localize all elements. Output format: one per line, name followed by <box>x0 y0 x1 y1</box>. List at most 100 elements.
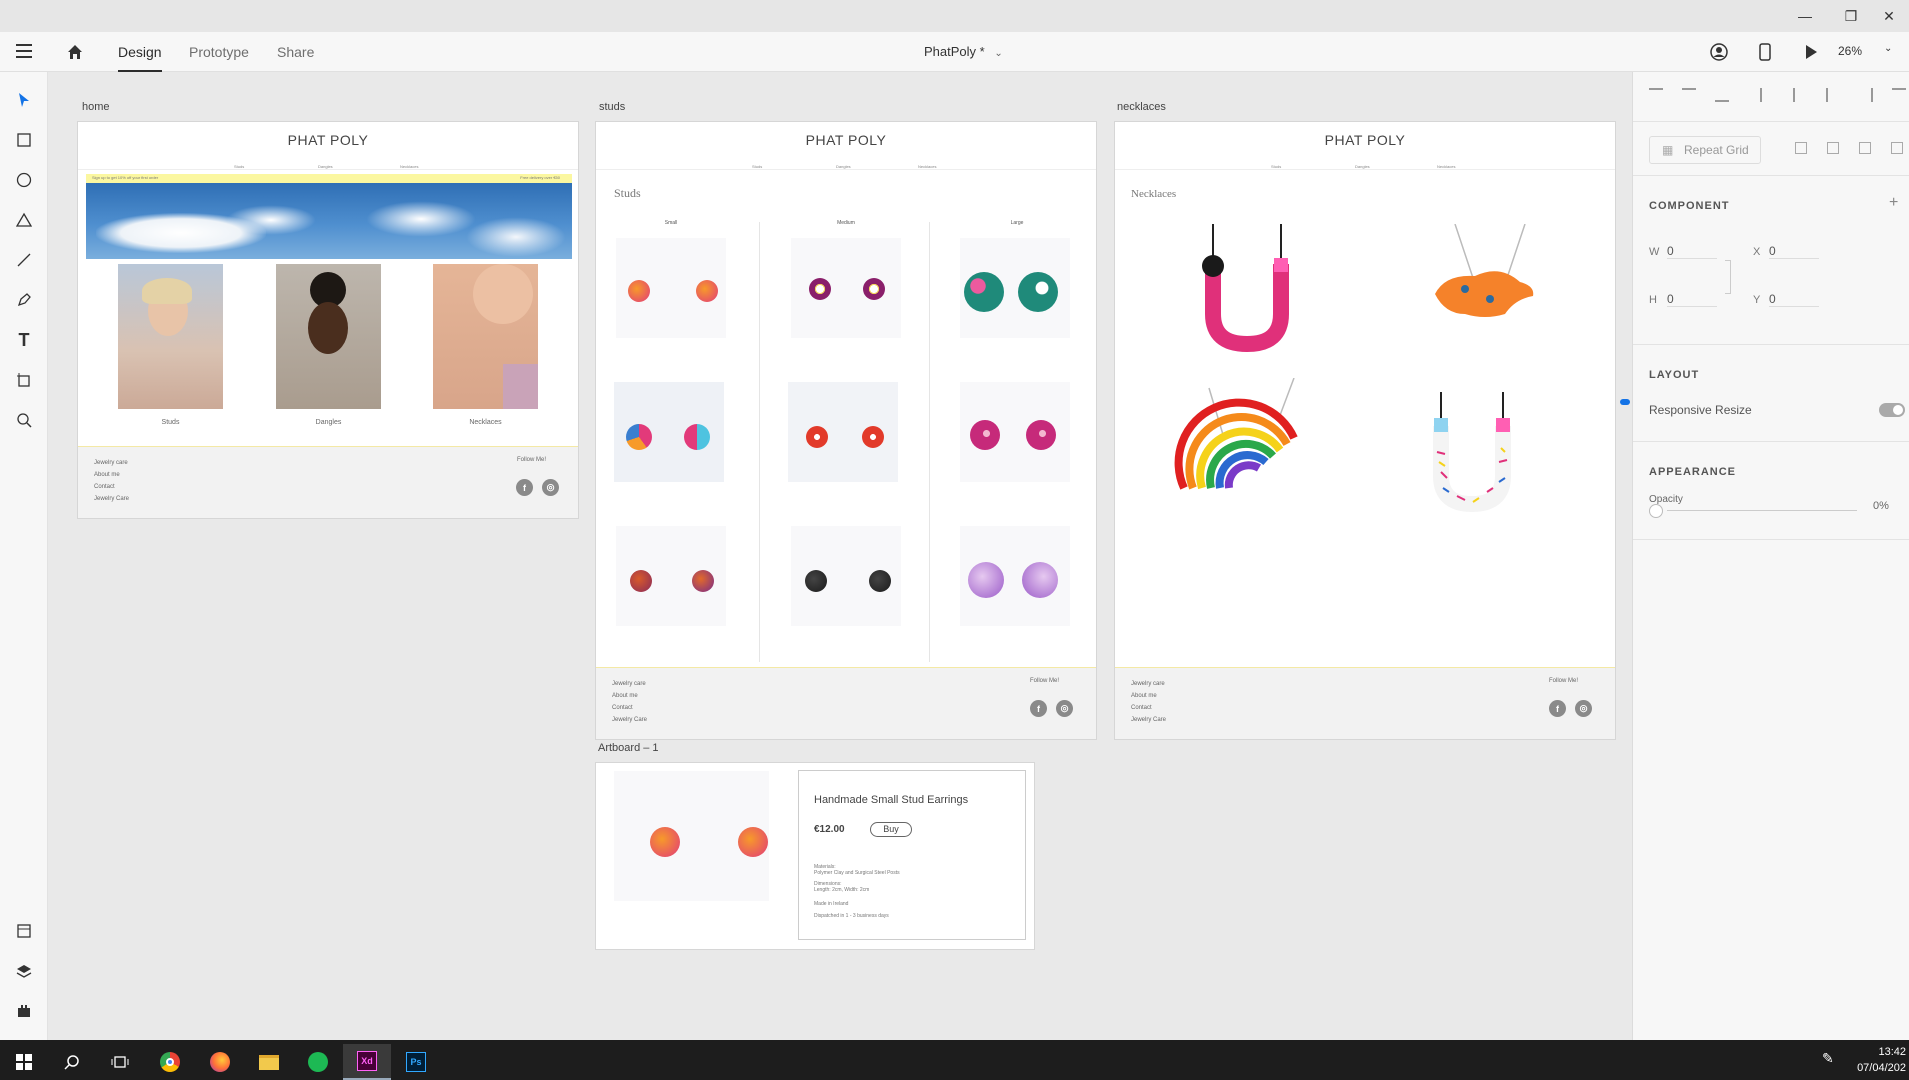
user-account-icon[interactable] <box>1710 43 1728 61</box>
artboard-necklaces[interactable]: PHAT POLY Studs Dangles Necklaces Neckla… <box>1114 121 1616 740</box>
line-tool-icon[interactable] <box>12 248 36 272</box>
caption-dangles[interactable]: Dangles <box>276 419 381 426</box>
artboard-studs[interactable]: PHAT POLY Studs Dangles Necklaces Studs … <box>595 121 1097 740</box>
artboard-home[interactable]: PHAT POLY Studs Dangles Necklaces Sign u… <box>77 121 579 519</box>
system-clock[interactable]: 13:42 07/04/202 <box>1850 1044 1906 1076</box>
artboard-label-necklaces[interactable]: necklaces <box>1117 101 1166 113</box>
footer-link[interactable]: Jewelry care <box>1131 678 1166 690</box>
align-right-icon[interactable] <box>1859 88 1873 102</box>
align-bottom-icon[interactable] <box>1715 88 1729 102</box>
responsive-resize-toggle[interactable] <box>1879 403 1905 417</box>
exclude-overlap-icon[interactable] <box>1891 142 1903 154</box>
artboard-tool-icon[interactable] <box>12 368 36 392</box>
product-cell[interactable] <box>616 526 726 626</box>
opacity-slider-thumb[interactable] <box>1649 504 1663 518</box>
distribute-horizontal-icon[interactable] <box>1892 88 1906 102</box>
document-title[interactable]: PhatPoly * ⌄ <box>924 32 1003 72</box>
x-input[interactable]: 0 <box>1769 244 1819 259</box>
footer-link[interactable]: Contact <box>612 702 647 714</box>
footer-link[interactable]: Contact <box>1131 702 1166 714</box>
footer-link[interactable]: About me <box>1131 690 1166 702</box>
close-window-button[interactable]: ✕ <box>1866 0 1909 32</box>
subtract-icon[interactable] <box>1827 142 1839 154</box>
task-view-icon[interactable] <box>96 1044 144 1080</box>
white-confetti-u-necklace[interactable] <box>1407 392 1537 522</box>
artboard-label-artboard-1[interactable]: Artboard – 1 <box>598 742 659 754</box>
start-menu-icon[interactable] <box>0 1044 48 1080</box>
product-cell[interactable] <box>614 382 724 482</box>
photoshop-icon[interactable]: Ps <box>392 1044 440 1080</box>
opacity-value[interactable]: 0% <box>1873 500 1889 512</box>
select-tool-icon[interactable] <box>12 88 36 112</box>
product-cell[interactable] <box>960 382 1070 482</box>
footer-link[interactable]: About me <box>94 469 129 481</box>
nav-link[interactable]: Dangles <box>318 164 333 169</box>
nav-link[interactable]: Necklaces <box>400 164 418 169</box>
facebook-icon[interactable]: f <box>1549 700 1566 717</box>
minimize-button[interactable]: — <box>1782 0 1828 32</box>
adobe-xd-icon[interactable]: Xd <box>343 1044 391 1080</box>
product-cell[interactable] <box>791 238 901 338</box>
firefox-icon[interactable] <box>196 1044 244 1080</box>
nav-link[interactable]: Necklaces <box>918 164 936 169</box>
product-cell[interactable] <box>788 382 898 482</box>
nav-link[interactable]: Dangles <box>1355 164 1370 169</box>
design-canvas[interactable]: home PHAT POLY Studs Dangles Necklaces S… <box>48 72 1632 1040</box>
zoom-level[interactable]: 26% <box>1838 44 1862 58</box>
spotify-icon[interactable] <box>294 1044 342 1080</box>
product-cell[interactable] <box>960 238 1070 338</box>
pen-tool-icon[interactable] <box>12 288 36 312</box>
orange-dinosaur-necklace[interactable] <box>1405 223 1555 354</box>
pink-u-necklace[interactable] <box>1177 224 1317 354</box>
artboard-1[interactable]: Handmade Small Stud Earrings €12.00 Buy … <box>595 762 1035 950</box>
footer-link[interactable]: Contact <box>94 481 129 493</box>
tab-share[interactable]: Share <box>277 32 314 72</box>
facebook-icon[interactable]: f <box>516 479 533 496</box>
ellipse-tool-icon[interactable] <box>12 168 36 192</box>
add-component-icon[interactable]: + <box>1889 194 1898 212</box>
nav-link[interactable]: Dangles <box>836 164 851 169</box>
assets-icon[interactable] <box>12 919 36 943</box>
necklaces-model-photo[interactable] <box>433 264 538 409</box>
footer-link[interactable]: Jewelry Care <box>612 714 647 726</box>
dangles-model-photo[interactable] <box>276 264 381 409</box>
width-input[interactable]: 0 <box>1667 244 1717 259</box>
opacity-slider-track[interactable] <box>1667 510 1857 511</box>
add-union-icon[interactable] <box>1795 142 1807 154</box>
nav-link[interactable]: Studs <box>234 164 244 169</box>
align-left-icon[interactable] <box>1793 88 1807 102</box>
footer-link[interactable]: About me <box>612 690 647 702</box>
file-explorer-icon[interactable] <box>245 1044 293 1080</box>
plugins-icon[interactable] <box>12 999 36 1023</box>
footer-link[interactable]: Jewelry Care <box>1131 714 1166 726</box>
nav-link[interactable]: Studs <box>1271 164 1281 169</box>
footer-link[interactable]: Jewelry care <box>612 678 647 690</box>
search-icon[interactable] <box>48 1044 96 1080</box>
product-cell[interactable] <box>791 526 901 626</box>
home-icon[interactable] <box>66 43 84 61</box>
buy-button[interactable]: Buy <box>870 822 912 837</box>
artboard-label-home[interactable]: home <box>82 101 110 113</box>
tab-design[interactable]: Design <box>118 32 162 72</box>
y-input[interactable]: 0 <box>1769 292 1819 307</box>
align-top-icon[interactable] <box>1649 88 1663 102</box>
instagram-icon[interactable]: ◎ <box>542 479 559 496</box>
chrome-icon[interactable] <box>146 1044 194 1080</box>
panel-collapse-handle[interactable] <box>1620 399 1630 405</box>
mobile-preview-icon[interactable] <box>1758 43 1772 61</box>
rainbow-necklace[interactable] <box>1169 377 1319 508</box>
align-center-icon[interactable] <box>1826 88 1840 102</box>
rectangle-tool-icon[interactable] <box>12 128 36 152</box>
artboard-label-studs[interactable]: studs <box>599 101 625 113</box>
repeat-grid-button[interactable]: ▦ Repeat Grid <box>1649 136 1761 164</box>
layers-icon[interactable] <box>12 959 36 983</box>
hamburger-menu-icon[interactable] <box>16 44 32 58</box>
tab-prototype[interactable]: Prototype <box>189 32 249 72</box>
zoom-tool-icon[interactable] <box>12 408 36 432</box>
product-cell[interactable] <box>616 238 726 338</box>
lock-aspect-icon[interactable] <box>1725 260 1731 294</box>
facebook-icon[interactable]: f <box>1030 700 1047 717</box>
caption-necklaces[interactable]: Necklaces <box>433 419 538 426</box>
pen-workspace-icon[interactable]: ✎ <box>1822 1050 1834 1067</box>
intersect-icon[interactable] <box>1859 142 1871 154</box>
